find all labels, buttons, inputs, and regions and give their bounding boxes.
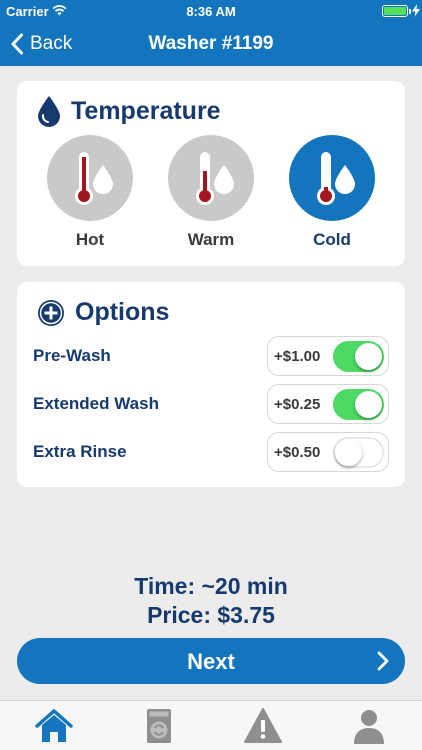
thermometer-icon <box>317 152 355 205</box>
toggle-knob <box>355 391 382 418</box>
options-header: Options <box>37 298 169 327</box>
option-price: +$1.00 <box>274 348 321 365</box>
tab-report[interactable] <box>243 707 283 745</box>
extra-rinse-toggle[interactable] <box>333 437 384 468</box>
option-row-extra-rinse: Extra Rinse +$0.50 <box>33 432 389 472</box>
next-button[interactable]: Next <box>17 638 405 684</box>
temperature-card: Temperature Hot Warm Cold <box>17 81 405 266</box>
option-price: +$0.25 <box>274 396 321 413</box>
pre-wash-toggle[interactable] <box>333 341 384 372</box>
temp-option-hot[interactable]: Hot <box>47 135 133 250</box>
toggle-knob <box>335 439 362 466</box>
nav-bar: Back Washer #1199 <box>0 22 422 66</box>
temp-circle <box>47 135 133 221</box>
toggle-knob <box>355 343 382 370</box>
user-icon <box>354 710 384 744</box>
option-row-extended-wash: Extended Wash +$0.25 <box>33 384 389 424</box>
option-label: Extended Wash <box>33 394 159 413</box>
thermometer-icon <box>196 152 234 205</box>
option-label: Pre-Wash <box>33 346 111 365</box>
option-control: +$0.50 <box>267 432 389 472</box>
app-header: Carrier 8:36 AM Back Washer #1199 <box>0 0 422 66</box>
price-summary: Price: $3.75 <box>147 602 275 628</box>
option-control: +$0.25 <box>267 384 389 424</box>
temp-label: Warm <box>187 230 235 249</box>
options-title: Options <box>75 298 170 326</box>
temp-circle <box>289 135 375 221</box>
water-drop-icon <box>38 96 60 127</box>
status-bar: Carrier 8:36 AM <box>0 0 422 22</box>
next-label: Next <box>187 649 235 674</box>
tab-account[interactable] <box>349 707 389 745</box>
chevron-right-icon <box>377 651 389 671</box>
tab-washer[interactable] <box>139 707 179 745</box>
temp-label: Hot <box>75 230 105 249</box>
temp-circle <box>168 135 254 221</box>
charging-bolt-icon <box>412 4 420 17</box>
tab-bar <box>0 700 422 750</box>
options-card: Options Pre-Wash +$1.00 Extended Wash +$… <box>17 282 405 487</box>
tab-home[interactable] <box>34 707 74 745</box>
thermometer-icon <box>75 152 113 205</box>
battery-tip <box>409 9 411 14</box>
battery-icon <box>382 5 408 17</box>
temp-option-cold[interactable]: Cold <box>289 135 375 250</box>
temp-label: Cold <box>313 230 351 249</box>
time-summary: Time: ~20 min <box>134 573 288 599</box>
page-title: Washer #1199 <box>148 33 274 54</box>
plus-circle-icon <box>38 299 64 326</box>
option-price: +$0.50 <box>274 444 321 461</box>
option-control: +$1.00 <box>267 336 389 376</box>
warning-icon <box>244 708 282 743</box>
washer-icon <box>147 709 171 743</box>
home-icon <box>35 709 73 742</box>
temp-option-warm[interactable]: Warm <box>168 135 254 250</box>
status-time: 8:36 AM <box>186 4 236 19</box>
temperature-header: Temperature <box>37 95 221 127</box>
temperature-title: Temperature <box>71 96 221 125</box>
extended-wash-toggle[interactable] <box>333 389 384 420</box>
option-label: Extra Rinse <box>33 442 127 461</box>
option-row-pre-wash: Pre-Wash +$1.00 <box>33 336 389 376</box>
